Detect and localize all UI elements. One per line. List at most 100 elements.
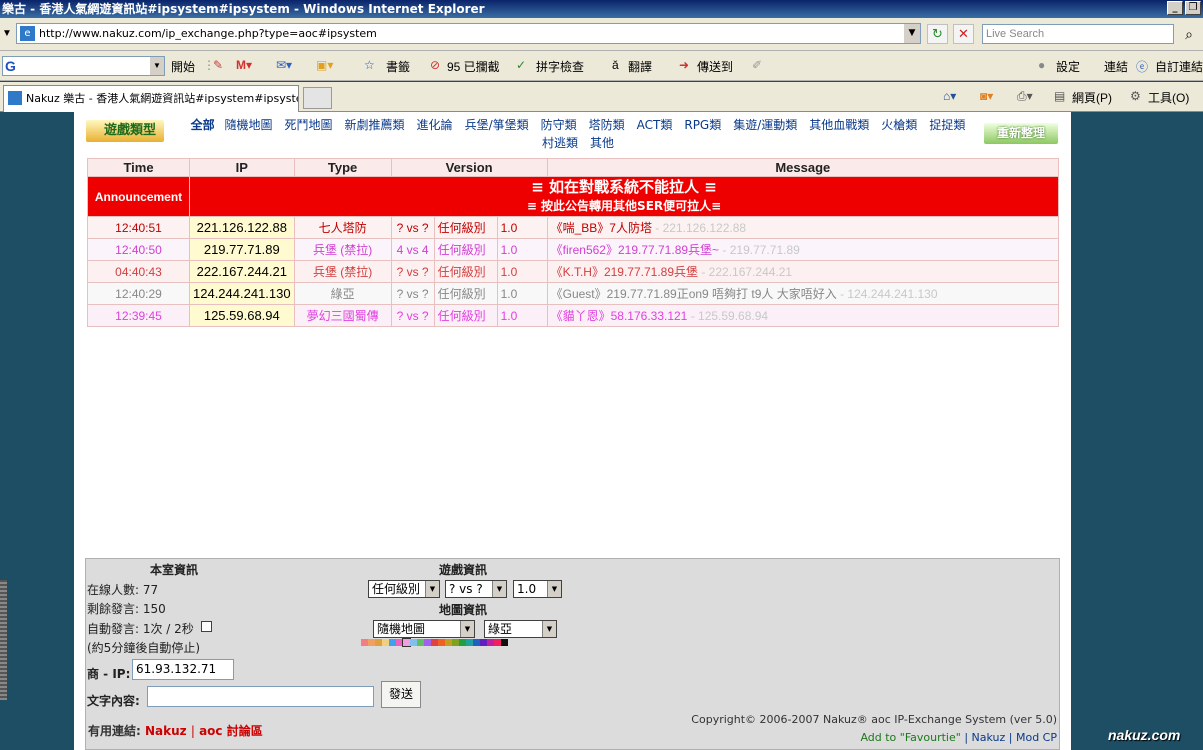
refresh-list-button[interactable]: 重新整理 bbox=[984, 123, 1058, 144]
level-select[interactable]: 任何級別 ▼ bbox=[368, 580, 440, 598]
google-dropdown-icon[interactable]: ▼ bbox=[150, 57, 164, 75]
back-dropdown-icon[interactable]: ▼ bbox=[2, 28, 12, 39]
color-swatch[interactable] bbox=[375, 639, 382, 646]
category-nav: 全部 隨機地圖 死鬥地圖 新劇推薦類 進化論 兵堡/箏堡類 防守類 塔防類 ACT類 RPG類集… bbox=[174, 116, 982, 152]
color-swatch[interactable] bbox=[501, 639, 508, 646]
category-item[interactable]: 火槍類 bbox=[881, 118, 917, 132]
color-swatch[interactable] bbox=[410, 639, 417, 646]
color-swatch[interactable] bbox=[368, 639, 375, 646]
color-swatch[interactable] bbox=[431, 639, 438, 646]
links-button[interactable]: 連結 bbox=[1104, 58, 1128, 75]
new-tab-button[interactable] bbox=[303, 87, 332, 109]
map-select[interactable]: 隨機地圖 ▼ bbox=[373, 620, 475, 638]
add-favourite-link[interactable]: Add to "Favourtie" bbox=[860, 731, 960, 744]
color-swatch[interactable] bbox=[480, 639, 487, 646]
go-button[interactable]: 開始 bbox=[171, 58, 195, 75]
category-item[interactable]: 防守類 bbox=[541, 118, 577, 132]
category-item[interactable]: 兵堡/箏堡類 bbox=[465, 118, 529, 132]
tools-menu-button[interactable]: 工具(O) bbox=[1148, 89, 1189, 106]
custom-links-button[interactable]: 自訂連結 bbox=[1155, 58, 1203, 75]
category-item[interactable]: 捉捉類 bbox=[929, 118, 965, 132]
table-row[interactable]: 12:40:29 124.244.241.130 綠亞? vs ? 任何級別 1.0 《G… bbox=[87, 282, 1060, 305]
footer-nakuz-link[interactable]: Nakuz bbox=[972, 731, 1006, 744]
category-item[interactable]: 其他血戰類 bbox=[809, 118, 869, 132]
vs-select[interactable]: ? vs ? ▼ bbox=[445, 580, 507, 598]
search-icon[interactable]: ⌕ bbox=[1179, 24, 1199, 44]
table-row[interactable]: 12:39:45 125.59.68.94 夢幻三國蜀傳? vs ? 任何級別 1.0 《… bbox=[87, 304, 1060, 327]
news-icon[interactable]: ▣▾ bbox=[316, 58, 333, 72]
stop-icon[interactable]: ✕ bbox=[953, 24, 974, 44]
row-time: 04:40:43 bbox=[87, 260, 190, 283]
pencil-icon[interactable]: ✐ bbox=[752, 58, 762, 72]
send-icon[interactable]: ✉▾ bbox=[276, 58, 292, 72]
version-select[interactable]: 1.0 ▼ bbox=[513, 580, 562, 598]
gmail-icon[interactable]: M▾ bbox=[236, 58, 252, 72]
row-level: 任何級別 bbox=[433, 238, 498, 261]
popup-blocked-count[interactable]: 95 已攔截 bbox=[447, 58, 500, 75]
google-search-box[interactable]: G ▼ bbox=[2, 56, 165, 76]
sendto-button[interactable]: 傳送到 bbox=[697, 58, 733, 75]
color-palette[interactable] bbox=[361, 638, 508, 647]
settings-button[interactable]: 設定 bbox=[1056, 58, 1080, 75]
color-swatch[interactable] bbox=[487, 639, 494, 646]
color-swatch[interactable] bbox=[473, 639, 480, 646]
address-input[interactable]: e http://www.nakuz.com/ip_exchange.php?t… bbox=[16, 23, 921, 44]
link-nakuz[interactable]: Nakuz bbox=[145, 724, 187, 738]
spellcheck-button[interactable]: 拼字檢查 bbox=[536, 58, 584, 75]
minimize-button[interactable]: _ bbox=[1167, 1, 1183, 15]
feeds-icon[interactable]: ◙▾ bbox=[980, 89, 993, 103]
mod-cp-link[interactable]: Mod CP bbox=[1016, 731, 1057, 744]
table-row[interactable]: 12:40:51 221.126.122.88 七人塔防? vs ? 任何級別 1.0 《… bbox=[87, 216, 1060, 239]
color-swatch[interactable] bbox=[494, 639, 501, 646]
color-swatch[interactable] bbox=[466, 639, 473, 646]
refresh-icon[interactable]: ↻ bbox=[927, 24, 948, 44]
color-swatch[interactable] bbox=[417, 639, 424, 646]
color-swatch[interactable] bbox=[382, 639, 389, 646]
category-item[interactable]: 集遊/運動類 bbox=[733, 118, 797, 132]
row-message: 《Guest》219.77.71.89正on9 唔夠打 t9人 大家唔好入 - … bbox=[546, 282, 1060, 305]
color-swatch[interactable] bbox=[396, 639, 403, 646]
print-icon[interactable]: ⎙▾ bbox=[1017, 89, 1033, 104]
category-item[interactable]: 進化論 bbox=[417, 118, 453, 132]
live-search-input[interactable]: Live Search bbox=[982, 24, 1174, 44]
link-aoc-forum[interactable]: aoc 討論區 bbox=[199, 724, 263, 738]
table-row[interactable]: 12:40:50 219.77.71.89 兵堡 (禁拉) 4 vs 4 任何級別 1.0… bbox=[87, 238, 1060, 261]
color-swatch[interactable] bbox=[445, 639, 452, 646]
tools-icon[interactable]: ✎ bbox=[213, 58, 223, 72]
category-item[interactable]: ACT類 bbox=[637, 118, 673, 132]
color-swatch[interactable] bbox=[389, 639, 396, 646]
bookmarks-button[interactable]: 書籤 bbox=[386, 58, 410, 75]
header-version: Version bbox=[390, 158, 548, 177]
category-all[interactable]: 全部 bbox=[191, 118, 215, 132]
active-tab[interactable]: Nakuz 樂古 - 香港人氣網遊資訊站#ipsystem#ipsystem bbox=[3, 85, 299, 112]
table-row[interactable]: 04:40:43 222.167.244.21 兵堡 (禁拉)? vs ? 任何級別 1… bbox=[87, 260, 1060, 283]
color-swatch[interactable] bbox=[438, 639, 445, 646]
page-menu-button[interactable]: 網頁(P) bbox=[1072, 89, 1112, 106]
category-item[interactable]: 塔防類 bbox=[589, 118, 625, 132]
send-button[interactable]: 發送 bbox=[381, 681, 421, 708]
category-item[interactable]: 隨機地圖 bbox=[225, 118, 273, 132]
category-item[interactable]: 死鬥地圖 bbox=[285, 118, 333, 132]
restore-button[interactable]: ❐ bbox=[1185, 1, 1201, 15]
category-item[interactable]: 其他 bbox=[590, 136, 614, 150]
address-dropdown-icon[interactable]: ▼ bbox=[904, 24, 920, 43]
text-content-input[interactable] bbox=[147, 686, 374, 707]
category-item[interactable]: RPG類 bbox=[684, 118, 721, 132]
color-swatch[interactable] bbox=[452, 639, 459, 646]
color-swatch[interactable] bbox=[459, 639, 466, 646]
auto-post-note: (約5分鐘後自動停止) bbox=[87, 641, 200, 655]
home-icon[interactable]: ⌂▾ bbox=[943, 89, 956, 103]
map2-select[interactable]: 綠亞 ▼ bbox=[484, 620, 557, 638]
auto-post-checkbox[interactable] bbox=[201, 621, 212, 632]
page-icon: e bbox=[20, 26, 35, 41]
translate-button[interactable]: 翻譯 bbox=[628, 58, 652, 75]
announcement-line-2[interactable]: ≡ 按此公告轉用其他SER便可拉人≡ bbox=[191, 197, 1058, 216]
color-swatch[interactable] bbox=[361, 639, 368, 646]
ip-input[interactable]: 61.93.132.71 bbox=[132, 659, 234, 680]
announcement-message[interactable]: ≡ 如在對戰系統不能拉人 ≡ ≡ 按此公告轉用其他SER便可拉人≡ bbox=[189, 176, 1059, 217]
page-content: 遊戲類型 全部 隨機地圖 死鬥地圖 新劇推薦類 進化論 兵堡/箏堡類 防守類 塔防類 ACT類… bbox=[74, 112, 1071, 750]
color-swatch[interactable] bbox=[424, 639, 431, 646]
color-swatch[interactable] bbox=[402, 638, 411, 647]
category-item[interactable]: 新劇推薦類 bbox=[345, 118, 405, 132]
category-item[interactable]: 村逃類 bbox=[542, 136, 578, 150]
